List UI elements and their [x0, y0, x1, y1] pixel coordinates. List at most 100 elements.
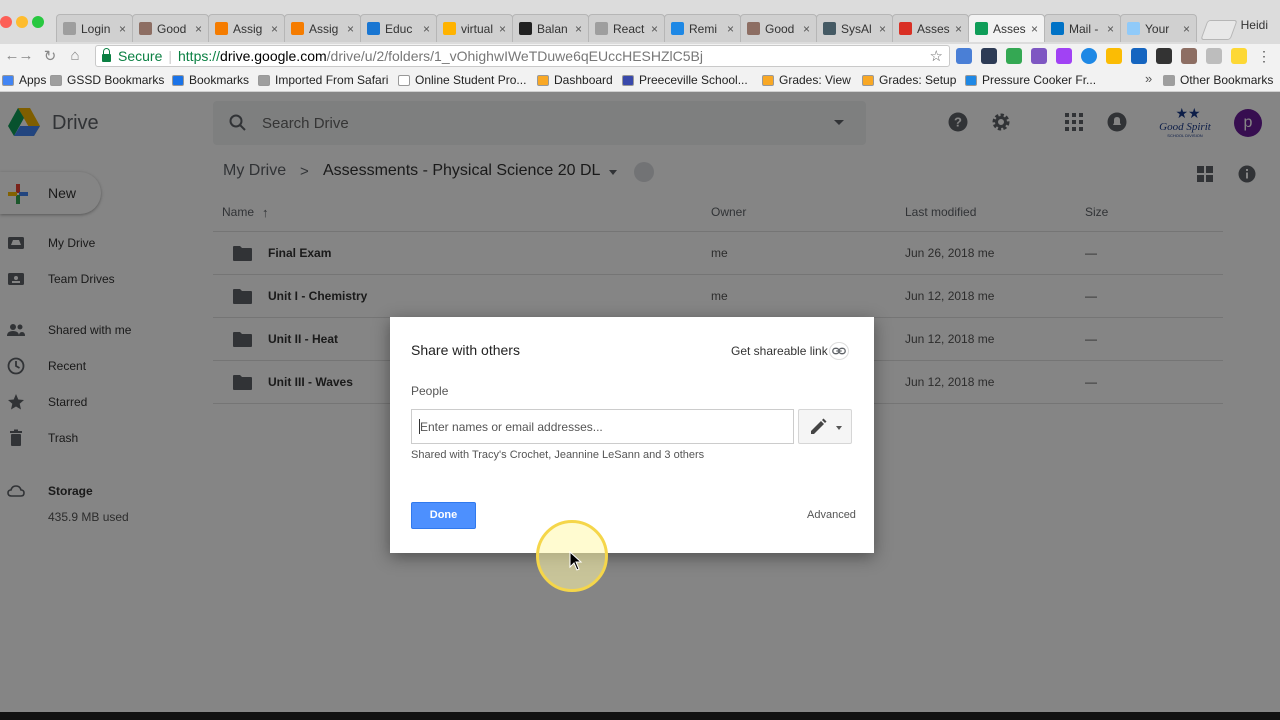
browser-tab[interactable]: Asses ×: [892, 14, 969, 42]
doc-icon: [63, 22, 76, 35]
tab-close-icon[interactable]: ×: [727, 22, 734, 36]
tab-close-icon[interactable]: ×: [803, 22, 810, 36]
gmail-icon: [899, 22, 912, 35]
browser-tab[interactable]: Assig ×: [208, 14, 285, 42]
browser-tab[interactable]: Good ×: [132, 14, 209, 42]
puzzle-extension-icon[interactable]: [1056, 48, 1072, 64]
tab-label: Good: [157, 21, 187, 36]
pencil-edit-icon: [811, 418, 827, 434]
tab-close-icon[interactable]: ×: [195, 22, 202, 36]
profile-name[interactable]: Heidi: [1241, 18, 1268, 32]
moodle-icon: [291, 22, 304, 35]
menu-icon[interactable]: ⋮: [1256, 48, 1272, 64]
text-caret: [419, 419, 420, 434]
tab-close-icon[interactable]: ×: [955, 22, 962, 36]
tab-label: Asses: [993, 21, 1026, 36]
other-bookmarks[interactable]: Other Bookmarks: [1163, 73, 1273, 87]
url-path: /drive/u/2/folders/1_vOhighwIWeTDuwe6qEU…: [326, 48, 703, 64]
bookmark-item[interactable]: Apps: [2, 73, 46, 87]
tab-close-icon[interactable]: ×: [1031, 22, 1038, 36]
tab-close-icon[interactable]: ×: [119, 22, 126, 36]
shared-with-summary[interactable]: Shared with Tracy's Crochet, Jeannine Le…: [411, 449, 704, 461]
docs-extension-icon[interactable]: [1131, 48, 1147, 64]
bookmark-item[interactable]: Imported From Safari: [258, 73, 388, 87]
bookmark-item[interactable]: Bookmarks: [172, 73, 249, 87]
browser-tab[interactable]: Asses ×: [968, 14, 1045, 42]
bookmark-item[interactable]: Grades: Setup: [862, 73, 956, 87]
sheets-extension-icon[interactable]: [1006, 48, 1022, 64]
doc-icon: [595, 22, 608, 35]
tab-close-icon[interactable]: ×: [575, 22, 582, 36]
bookmark-item[interactable]: Preeceville School...: [622, 73, 748, 87]
browser-tab[interactable]: React ×: [588, 14, 665, 42]
bookmark-item[interactable]: Dashboard: [537, 73, 613, 87]
browser-tab[interactable]: Remi ×: [664, 14, 741, 42]
done-button[interactable]: Done: [411, 502, 476, 529]
bookmark-icon: [537, 74, 549, 86]
bookmark-item[interactable]: Online Student Pro...: [398, 73, 526, 87]
tab-close-icon[interactable]: ×: [879, 22, 886, 36]
bookmark-item[interactable]: Grades: View: [762, 73, 851, 87]
browser-tab[interactable]: SysAl ×: [816, 14, 893, 42]
tab-label: SysAl: [841, 21, 872, 36]
browser-tab[interactable]: Your ×: [1120, 14, 1197, 42]
browser-tab[interactable]: Educ ×: [360, 14, 437, 42]
bookmark-label: Grades: View: [779, 73, 851, 87]
tab-label: Mail -: [1069, 21, 1099, 36]
minimize-window-button[interactable]: [16, 16, 28, 28]
people-label: People: [411, 384, 449, 398]
bookmarks-overflow-icon[interactable]: »: [1145, 71, 1152, 86]
pdf-extension-icon[interactable]: [1181, 48, 1197, 64]
browser-tab[interactable]: Good ×: [740, 14, 817, 42]
browser-tab[interactable]: Assig ×: [284, 14, 361, 42]
bookmark-label: Preeceville School...: [639, 73, 748, 87]
chevron-down-icon: [836, 426, 842, 430]
tab-close-icon[interactable]: ×: [423, 22, 430, 36]
goodreads-icon: [747, 22, 760, 35]
keep-extension-icon[interactable]: [1106, 48, 1122, 64]
sysaid-icon: [823, 22, 836, 35]
privacy-extension-icon[interactable]: [1031, 48, 1047, 64]
tab-label: Balan: [537, 21, 568, 36]
browser-tab[interactable]: virtual ×: [436, 14, 513, 42]
tab-close-icon[interactable]: ×: [1107, 22, 1114, 36]
share-dialog-title: Share with others: [411, 342, 520, 358]
people-email-input[interactable]: [411, 409, 794, 444]
misc-extension-icon[interactable]: [1206, 48, 1222, 64]
new-tab-button[interactable]: [1200, 20, 1238, 40]
browser-tab[interactable]: Balan ×: [512, 14, 589, 42]
note-extension-icon[interactable]: [1231, 48, 1247, 64]
bookmark-item[interactable]: GSSD Bookmarks: [50, 73, 164, 87]
tab-label: Educ: [385, 21, 413, 36]
bookmark-star-icon[interactable]: ☆: [930, 47, 943, 65]
tab-label: Good: [765, 21, 795, 36]
tab-close-icon[interactable]: ×: [271, 22, 278, 36]
other-bookmarks-label: Other Bookmarks: [1180, 73, 1274, 87]
tab-label: Asses: [917, 21, 950, 36]
capture-extension-icon[interactable]: [1156, 48, 1172, 64]
screencast-extension-icon[interactable]: [981, 48, 997, 64]
lock-icon: [102, 48, 111, 62]
reload-icon[interactable]: ↻: [41, 47, 59, 65]
bookmark-item[interactable]: Pressure Cooker Fr...: [965, 73, 1096, 87]
link-icon[interactable]: [829, 342, 849, 360]
advanced-settings-link[interactable]: Advanced: [807, 509, 856, 521]
tab-close-icon[interactable]: ×: [347, 22, 354, 36]
tab-close-icon[interactable]: ×: [499, 22, 506, 36]
tab-label: Assig: [309, 21, 339, 36]
maximize-window-button[interactable]: [32, 16, 44, 28]
bookmark-icon: [965, 74, 977, 86]
sync-extension-icon[interactable]: [1081, 48, 1097, 64]
mouse-pointer-icon: [569, 551, 583, 571]
translate-extension-icon[interactable]: [956, 48, 972, 64]
tab-close-icon[interactable]: ×: [651, 22, 658, 36]
tab-close-icon[interactable]: ×: [1183, 22, 1190, 36]
forward-icon[interactable]: →: [17, 47, 35, 64]
browser-tab[interactable]: Login ×: [56, 14, 133, 42]
permission-dropdown[interactable]: [798, 409, 852, 444]
browser-tab[interactable]: Mail - ×: [1044, 14, 1121, 42]
address-bar[interactable]: Secure | https:// drive.google.com /driv…: [95, 45, 950, 67]
get-shareable-link-button[interactable]: Get shareable link: [731, 344, 828, 358]
close-window-button[interactable]: [0, 16, 12, 28]
home-icon[interactable]: ⌂: [66, 47, 84, 64]
